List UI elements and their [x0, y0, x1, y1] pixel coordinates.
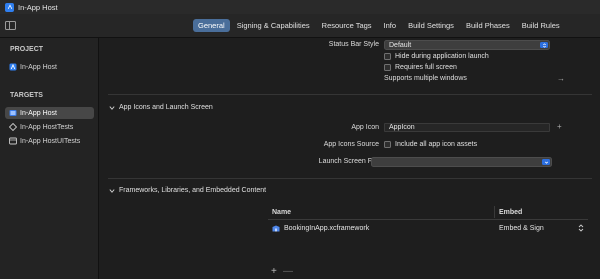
- status-bar-style-label: Status Bar Style: [328, 41, 379, 48]
- sidebar-item-target-tests[interactable]: In-App HostTests: [5, 121, 94, 133]
- hide-during-launch-label: Hide during application launch: [395, 53, 489, 60]
- include-all-app-icons-checkbox[interactable]: [384, 141, 391, 148]
- frameworks-section-header[interactable]: Frameworks, Libraries, and Embedded Cont…: [108, 187, 266, 194]
- section-divider: [108, 178, 592, 179]
- project-sidebar: PROJECT In-App Host TARGETS In-App Host …: [0, 38, 99, 279]
- status-bar-style-value: Default: [389, 41, 412, 49]
- navigate-arrow-icon[interactable]: →: [557, 74, 565, 83]
- supports-multiple-windows-label: Supports multiple windows: [384, 75, 467, 82]
- framework-name: BookingInApp.xcframework: [284, 224, 370, 232]
- table-footer: + —: [268, 266, 588, 279]
- framework-name-cell: BookingInApp.xcframework: [272, 225, 369, 232]
- requires-full-screen-label: Requires full screen: [395, 64, 457, 71]
- launch-screen-file-combobox[interactable]: [371, 157, 552, 167]
- window-title-bar: In-App Host: [0, 0, 600, 14]
- uitest-target-icon: [9, 137, 17, 145]
- sidebar-item-label: In-App HostUITests: [20, 137, 81, 145]
- app-icons-section-header[interactable]: App Icons and Launch Screen: [108, 104, 213, 111]
- frameworks-table: Name Embed BookingInApp.xcframework Embe…: [268, 204, 588, 279]
- column-separator: [494, 206, 495, 218]
- general-settings-pane: Status Bar Style Default Hide during app…: [100, 38, 600, 279]
- table-row[interactable]: BookingInApp.xcframework Embed & Sign: [268, 221, 588, 235]
- embed-option-value[interactable]: Embed & Sign: [499, 225, 544, 232]
- xcode-project-icon: [5, 2, 14, 12]
- framework-bundle-icon: [272, 225, 280, 231]
- sidebar-item-label: In-App HostTests: [20, 123, 74, 131]
- launch-screen-file-label: Launch Screen File: [318, 158, 379, 165]
- sidebar-item-label: In-App Host: [20, 109, 57, 117]
- targets-section-header: TARGETS: [10, 92, 43, 99]
- remove-framework-button[interactable]: —: [283, 266, 293, 277]
- section-divider: [108, 94, 592, 95]
- tabs: General Signing & Capabilities Resource …: [193, 19, 567, 32]
- tab-build-phases[interactable]: Build Phases: [461, 19, 515, 32]
- table-header: Name Embed: [268, 204, 588, 220]
- disclosure-chevron-icon[interactable]: [108, 104, 115, 111]
- tab-info[interactable]: Info: [379, 19, 402, 32]
- tab-general[interactable]: General: [193, 19, 230, 32]
- hide-during-launch-checkbox-row[interactable]: Hide during application launch: [384, 53, 489, 60]
- app-icon-label: App Icon: [351, 124, 379, 131]
- include-all-app-icons-label: Include all app icon assets: [395, 141, 478, 148]
- app-icon-field[interactable]: AppIcon: [384, 123, 550, 132]
- disclosure-chevron-icon[interactable]: [108, 187, 115, 194]
- test-target-icon: [9, 123, 17, 131]
- sidebar-item-project[interactable]: In-App Host: [5, 61, 94, 73]
- window-title: In-App Host: [18, 2, 58, 12]
- sidebar-item-target-uitests[interactable]: In-App HostUITests: [5, 135, 94, 147]
- add-icon[interactable]: +: [557, 122, 562, 131]
- requires-full-screen-checkbox-row[interactable]: Requires full screen: [384, 64, 457, 71]
- popup-chevron-icon: [540, 42, 548, 48]
- tab-build-settings[interactable]: Build Settings: [403, 19, 459, 32]
- add-framework-button[interactable]: +: [271, 266, 277, 277]
- up-down-chevron-icon[interactable]: [578, 224, 584, 232]
- requires-full-screen-checkbox[interactable]: [384, 64, 391, 71]
- include-all-app-icons-checkbox-row[interactable]: Include all app icon assets: [384, 141, 477, 148]
- tab-signing-capabilities[interactable]: Signing & Capabilities: [232, 19, 315, 32]
- app-target-icon: [9, 109, 17, 117]
- tab-resource-tags[interactable]: Resource Tags: [317, 19, 377, 32]
- section-title: Frameworks, Libraries, and Embedded Cont…: [119, 187, 267, 194]
- column-header-name[interactable]: Name: [272, 209, 291, 216]
- hide-during-launch-checkbox[interactable]: [384, 53, 391, 60]
- project-icon: [9, 63, 17, 71]
- editor-tab-bar: General Signing & Capabilities Resource …: [0, 14, 600, 38]
- sidebar-item-target-app[interactable]: In-App Host: [5, 107, 94, 119]
- sidebar-item-label: In-App Host: [20, 63, 57, 71]
- column-header-embed[interactable]: Embed: [499, 209, 522, 216]
- app-icons-source-label: App Icons Source: [323, 141, 379, 148]
- combobox-chevron-icon[interactable]: [542, 159, 550, 165]
- section-title: App Icons and Launch Screen: [119, 104, 213, 111]
- sidebar-toggle-icon[interactable]: [5, 21, 16, 30]
- project-section-header: PROJECT: [10, 46, 44, 53]
- status-bar-style-popup[interactable]: Default: [384, 40, 550, 50]
- tab-build-rules[interactable]: Build Rules: [517, 19, 565, 32]
